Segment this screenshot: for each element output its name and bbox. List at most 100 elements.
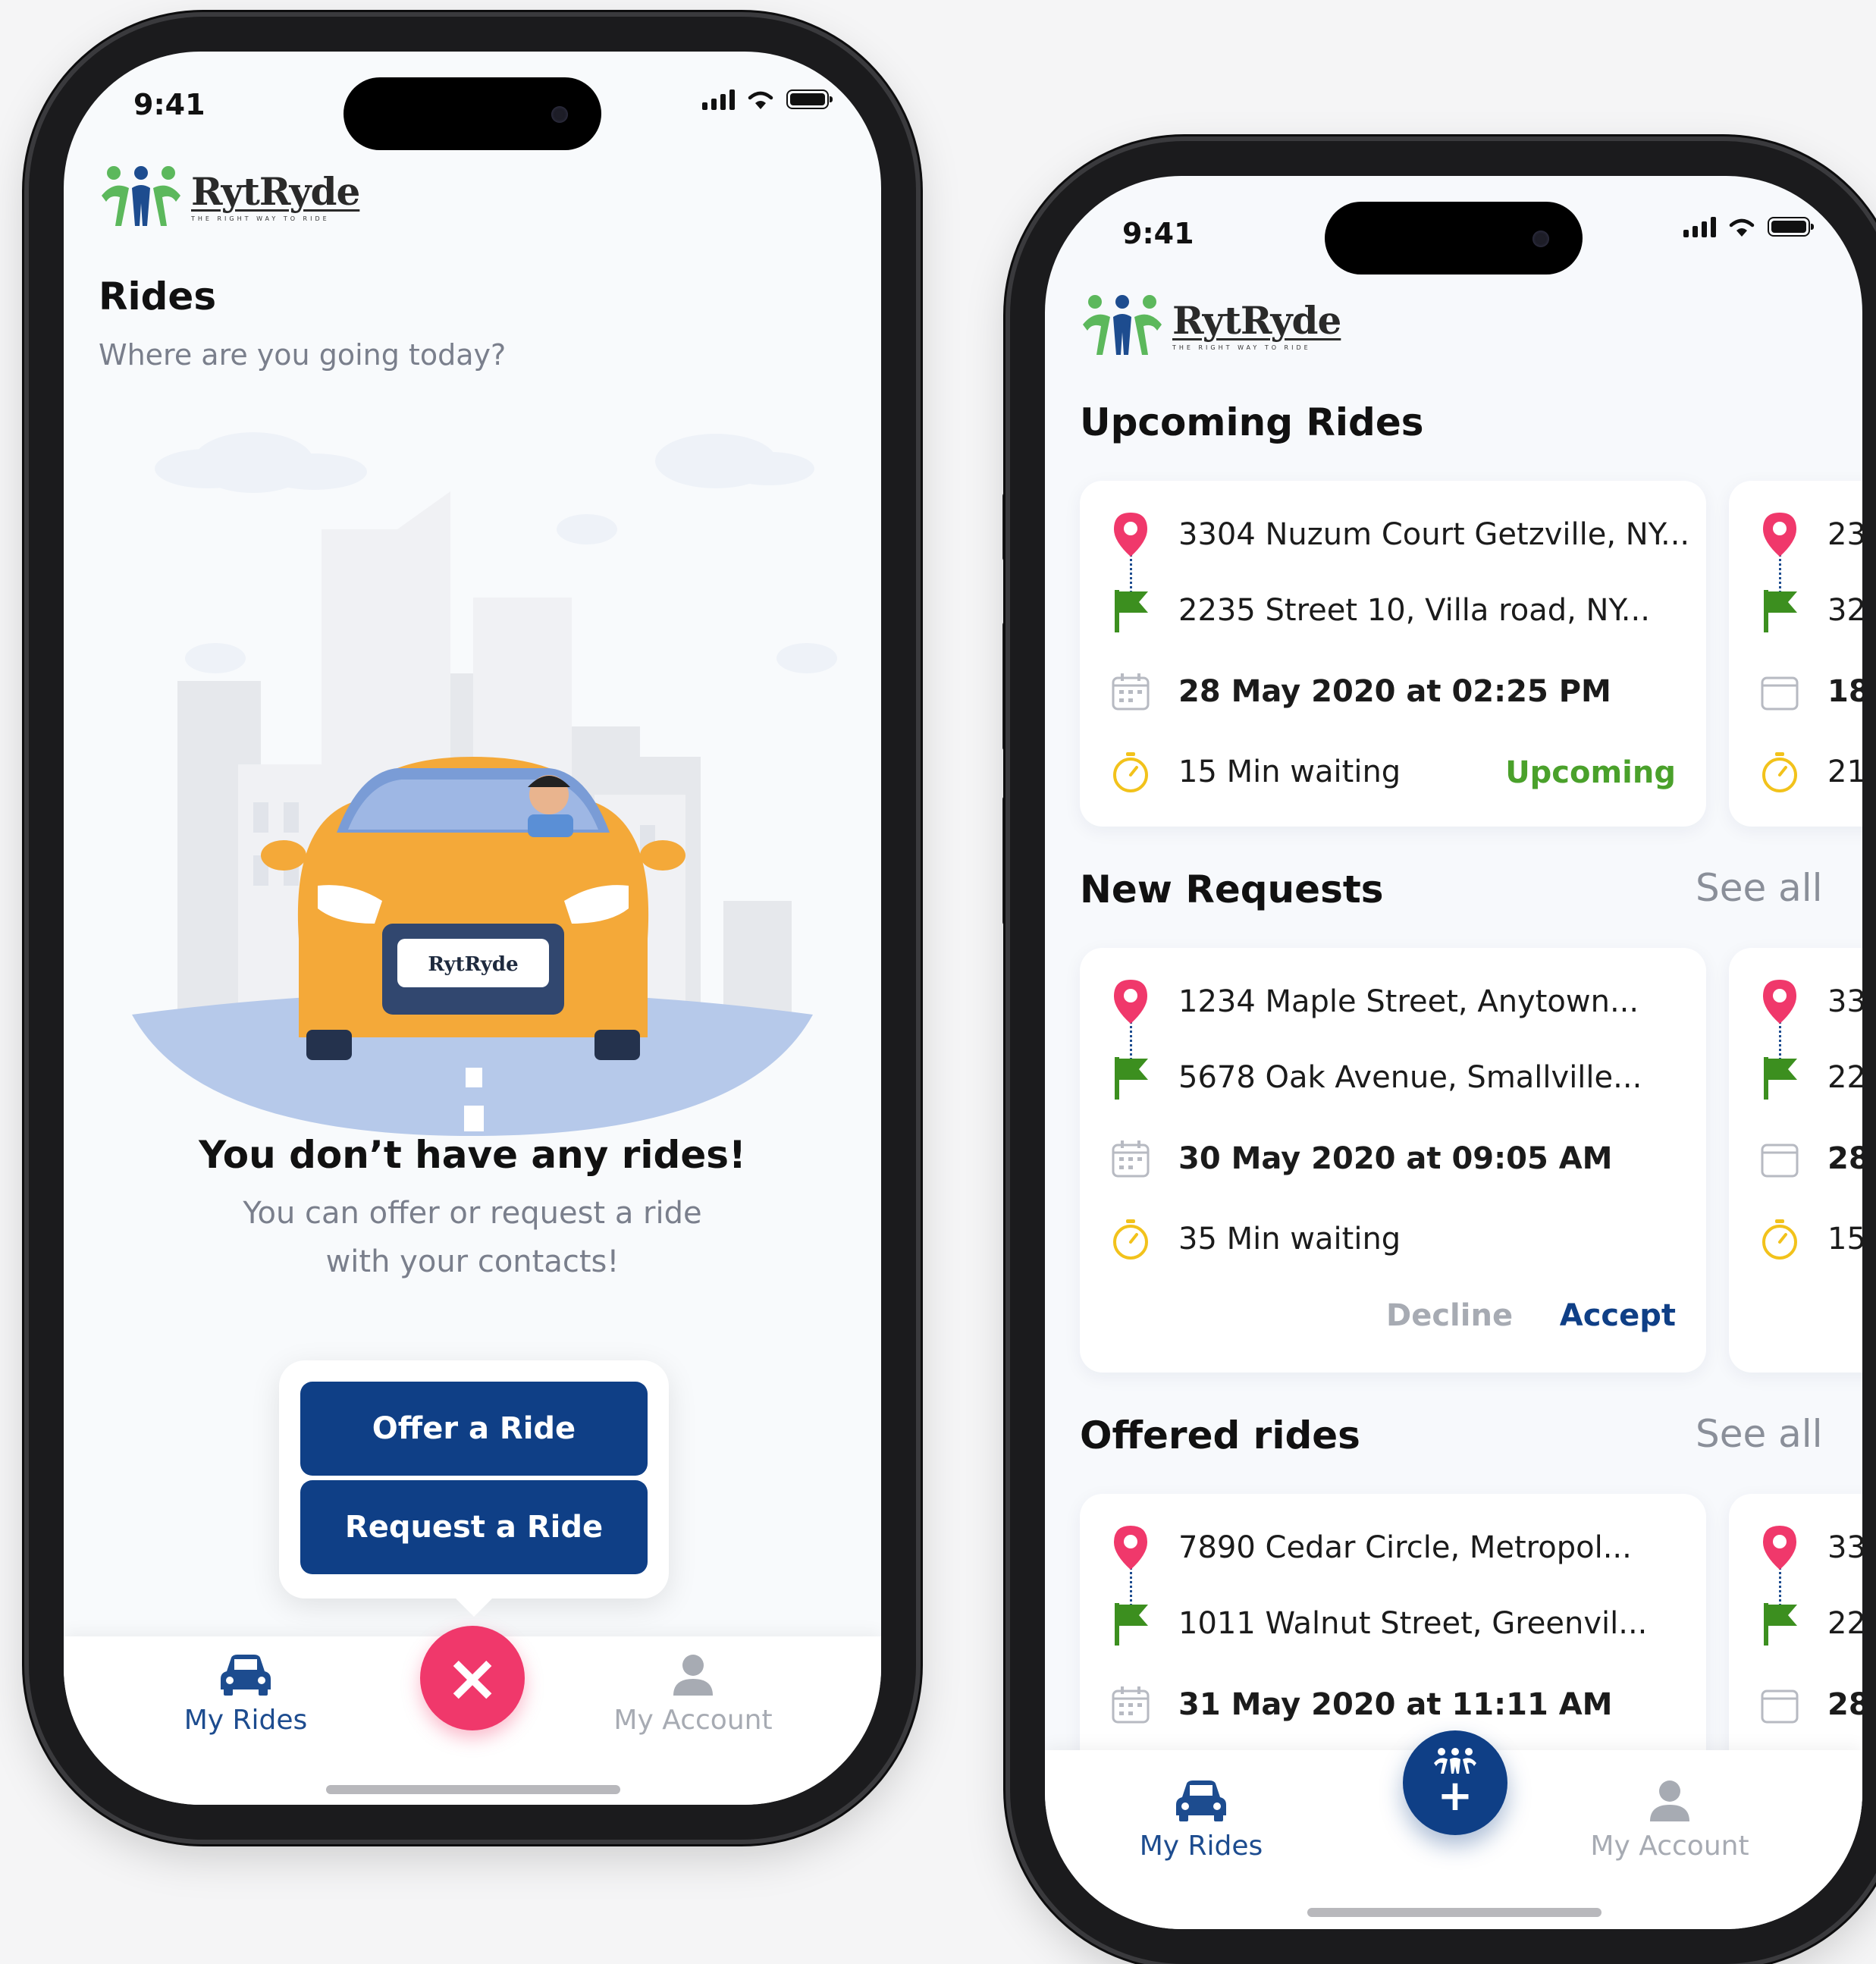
new-request-card-peek[interactable]: 33 22 28 15 [1729, 948, 1862, 1373]
close-fab-button[interactable]: × [420, 1626, 525, 1730]
brand-logo: RytRyde THE RIGHT WAY TO RIDE [1080, 294, 1341, 358]
ride-from: 7890 Cedar Circle, Metropol... [1178, 1530, 1632, 1565]
ride-datetime: 18 [1827, 674, 1862, 709]
ride-to: 1011 Walnut Street, Greenvil... [1178, 1606, 1648, 1641]
nav-my-account[interactable]: My Account [1586, 1779, 1753, 1862]
timer-icon [1762, 1219, 1797, 1260]
timer-icon [1113, 752, 1148, 792]
battery-icon [786, 89, 833, 109]
nav-my-rides[interactable]: My Rides [1125, 1779, 1277, 1862]
status-time: 9:41 [1122, 217, 1194, 250]
left-phone: 9:41 RytRyde THE RIGHT WAY TO RIDE Rides… [29, 17, 916, 1840]
right-phone: 9:41 RytRyde THE RIGHT WAY TO RIDE Upcom… [1010, 141, 1876, 1964]
decline-button[interactable]: Decline [1386, 1298, 1513, 1333]
nav-my-rides-label: My Rides [184, 1705, 308, 1736]
brand-name: RytRyde [1172, 297, 1341, 343]
rytryde-logo-icon [102, 166, 180, 226]
ride-from: 33 [1827, 984, 1862, 1019]
nav-my-rides-label: My Rides [1139, 1831, 1263, 1862]
nav-my-account-label: My Account [1590, 1831, 1749, 1862]
flag-icon [1115, 590, 1148, 632]
ride-to: 2235 Street 10, Villa road, NY... [1178, 593, 1650, 628]
nav-my-account[interactable]: My Account [610, 1653, 776, 1736]
ride-datetime: 28 [1827, 1141, 1862, 1176]
signal-icon [702, 89, 735, 110]
ride-to: 32 [1827, 593, 1862, 628]
car-icon [1176, 1780, 1226, 1821]
brand-tagline: THE RIGHT WAY TO RIDE [191, 215, 330, 222]
right-screen: 9:41 RytRyde THE RIGHT WAY TO RIDE Upcom… [1045, 176, 1862, 1929]
new-ride-fab-button[interactable]: + [1403, 1730, 1507, 1835]
flag-icon [1115, 1057, 1148, 1100]
plus-icon: + [1437, 1771, 1473, 1821]
ride-datetime: 28 May 2020 at 02:25 PM [1178, 674, 1611, 709]
pin-icon [1114, 513, 1147, 557]
pin-icon [1763, 980, 1796, 1024]
dynamic-island [344, 77, 601, 150]
calendar-icon [1761, 676, 1799, 711]
battery-icon [1768, 217, 1814, 237]
ride-from: 1234 Maple Street, Anytown... [1178, 984, 1639, 1019]
accept-button[interactable]: Accept [1560, 1298, 1676, 1333]
nav-my-account-label: My Account [613, 1705, 773, 1736]
bottom-nav: My Rides × My Account [64, 1626, 881, 1805]
close-icon: × [444, 1640, 500, 1716]
bottom-nav: My Rides + My Account [1045, 1730, 1862, 1929]
upcoming-ride-card[interactable]: 3304 Nuzum Court Getzville, NY... 2235 S… [1080, 481, 1706, 827]
flag-icon [1764, 1057, 1797, 1100]
empty-state-title: You don’t have any rides! [199, 1133, 746, 1177]
timer-icon [1113, 1219, 1148, 1260]
pin-icon [1114, 1526, 1147, 1570]
pin-icon [1114, 980, 1147, 1024]
ride-waiting: 15 [1827, 1222, 1862, 1257]
flag-icon [1115, 1603, 1148, 1646]
calendar-icon [1112, 673, 1150, 711]
ride-action-popup: Offer a Ride Request a Ride [279, 1360, 669, 1617]
ride-from: 23 [1827, 517, 1862, 552]
ride-to: 22 [1827, 1060, 1862, 1095]
ride-waiting: 35 Min waiting [1178, 1222, 1401, 1257]
page-title: Rides [99, 275, 217, 318]
user-icon [673, 1655, 713, 1696]
wifi-icon [748, 91, 773, 109]
home-indicator [1307, 1908, 1602, 1917]
car-city-illustration: RytRyde [132, 432, 837, 1136]
new-requests-see-all[interactable]: See all [1696, 866, 1823, 910]
offer-ride-button[interactable]: Offer a Ride [300, 1382, 648, 1476]
calendar-icon [1761, 1689, 1799, 1724]
status-icons [1683, 215, 1814, 238]
calendar-icon [1761, 1144, 1799, 1178]
timer-icon [1762, 752, 1797, 792]
flag-icon [1764, 1603, 1797, 1646]
ride-from: 3304 Nuzum Court Getzville, NY... [1178, 517, 1690, 552]
status-icons [702, 88, 833, 111]
offered-rides-see-all[interactable]: See all [1696, 1412, 1823, 1456]
ride-datetime: 28 [1827, 1687, 1862, 1722]
new-requests-title: New Requests [1080, 867, 1384, 911]
new-request-card[interactable]: 1234 Maple Street, Anytown... 5678 Oak A… [1080, 948, 1706, 1373]
empty-state-text-2: with your contacts! [325, 1244, 620, 1279]
ride-datetime: 30 May 2020 at 09:05 AM [1178, 1141, 1613, 1176]
svg-text:RytRyde: RytRyde [428, 953, 518, 976]
user-icon [1650, 1780, 1689, 1821]
pin-icon [1763, 513, 1796, 557]
pin-icon [1763, 1526, 1796, 1570]
brand-logo: RytRyde THE RIGHT WAY TO RIDE [99, 165, 360, 229]
ride-status-badge: Upcoming [1505, 755, 1676, 790]
ride-waiting: 21 [1827, 755, 1862, 789]
request-ride-button[interactable]: Request a Ride [300, 1480, 648, 1574]
dynamic-island [1325, 202, 1583, 275]
rytryde-logo-icon [1083, 295, 1162, 355]
upcoming-ride-card-peek[interactable]: 23 32 18 21 [1729, 481, 1862, 827]
ride-from: 33 [1827, 1530, 1862, 1565]
ride-to: 22 [1827, 1606, 1862, 1641]
upcoming-rides-title: Upcoming Rides [1080, 400, 1424, 444]
ride-datetime: 31 May 2020 at 11:11 AM [1178, 1687, 1613, 1722]
nav-my-rides[interactable]: My Rides [170, 1653, 322, 1736]
calendar-icon [1112, 1686, 1150, 1724]
empty-state-text-1: You can offer or request a ride [243, 1196, 702, 1231]
brand-name: RytRyde [191, 168, 360, 214]
ride-waiting: 15 Min waiting [1178, 755, 1401, 789]
signal-icon [1683, 216, 1716, 237]
ride-to: 5678 Oak Avenue, Smallville... [1178, 1060, 1642, 1095]
